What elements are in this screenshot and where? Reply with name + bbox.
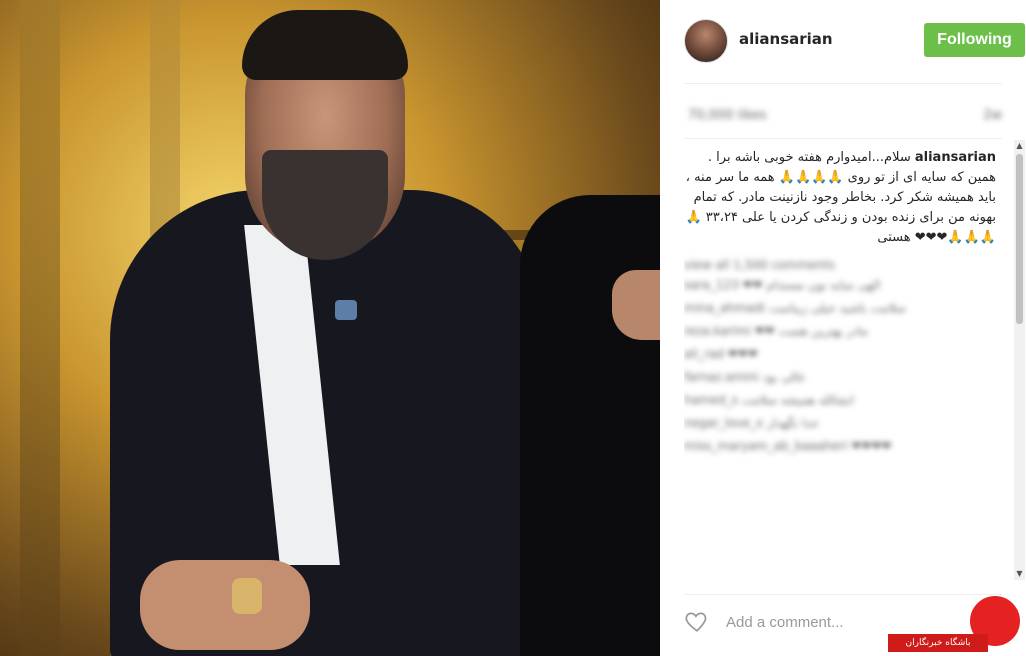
heart-icon[interactable] [684,608,710,634]
comments-scrollbar[interactable]: ▲ ▼ [1014,140,1025,580]
likes-count[interactable]: 70,000 likes [688,108,767,123]
scroll-thumb[interactable] [1016,154,1023,324]
background-tree [20,0,60,656]
post-header: aliansarian Following [684,16,1025,64]
comments-list: aliansarian سلام...امیدوارم هفته خوبی با… [684,148,996,588]
comment-item: hamed_s انشالله همیشه سلامت [684,393,854,407]
woman-face [612,270,660,340]
comment-item: farnaz.amini عالی بود [684,370,806,384]
man-hands [140,560,310,650]
avatar[interactable] [684,19,728,63]
comment-container: sara_123 ❤❤ الهی سایه تون مستدام mina_ahm… [684,276,996,456]
comment-item: sara_123 ❤❤ الهی سایه تون مستدام [684,278,881,292]
pocket-square [335,300,357,320]
watermark-label: باشگاه خبرنگاران [888,634,988,652]
watermark: باشگاه خبرنگاران [888,596,1026,656]
comment-item: miss_maryam_ab_baaaheri ❤❤❤❤ [684,439,892,453]
likes-row: 70,000 likes 2w [684,108,1002,126]
divider [684,138,1002,139]
man-hair [242,10,408,80]
woman-chador [520,195,660,656]
username-link[interactable]: aliansarian [739,30,833,48]
post-time: 2w [983,108,1002,123]
divider [684,594,1002,595]
wristwatch [232,578,262,614]
caption-username[interactable]: aliansarian [915,150,996,165]
caption: aliansarian سلام...امیدوارم هفته خوبی با… [684,148,996,248]
scroll-down-arrow-icon[interactable]: ▼ [1014,568,1025,580]
comment-item: negar_love_x خدا نگهدار [684,416,819,430]
view-all-comments-link[interactable]: view all 1,500 comments [684,258,996,272]
scroll-up-arrow-icon[interactable]: ▲ [1014,140,1025,152]
post-photo[interactable] [0,0,660,656]
divider [684,83,1002,84]
comment-item: mina_ahmadi سلامت باشید خیلی زیباست [684,301,906,315]
following-button[interactable]: Following [924,23,1025,57]
comment-item: reza.karimi ❤❤ مادر بهترین هست [684,324,868,338]
comment-item: ali_rad ❤❤❤ [684,347,758,361]
